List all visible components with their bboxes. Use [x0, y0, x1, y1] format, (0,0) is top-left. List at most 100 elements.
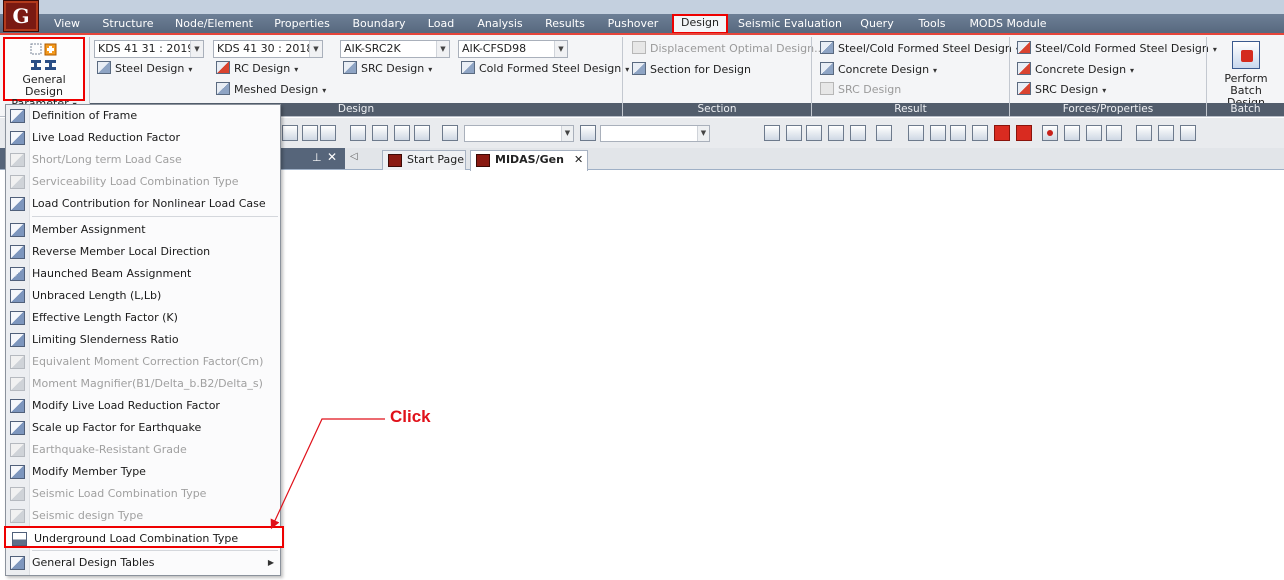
menu-item-unbraced-length[interactable]: Unbraced Length (L,Lb) — [6, 285, 280, 307]
src-design-button[interactable]: SRC Design ▾ — [343, 60, 432, 77]
tab-close-icon[interactable]: ✕ — [574, 153, 583, 166]
menu-item-serviceability-load-combination-type[interactable]: Serviceability Load Combination Type — [6, 171, 280, 193]
menu-item-live-load-reduction-factor[interactable]: Live Load Reduction Factor — [6, 127, 280, 149]
menu-boundary[interactable]: Boundary — [348, 15, 410, 33]
menu-item-haunched-beam-assignment[interactable]: Haunched Beam Assignment — [6, 263, 280, 285]
shrink-icon[interactable] — [994, 125, 1010, 141]
select-polygon-icon[interactable] — [372, 125, 388, 141]
activate-by-identity-icon[interactable] — [850, 125, 866, 141]
activate-all-icon[interactable] — [806, 125, 822, 141]
steel-design-button[interactable]: Steel Design ▾ — [97, 60, 192, 77]
menu-item-moment-magnifier[interactable]: Moment Magnifier(B1/Delta_b.B2/Delta_s) — [6, 373, 280, 395]
perform-batch-design-button[interactable]: Perform Batch Design — [1210, 39, 1282, 109]
serviceability-icon — [10, 175, 25, 189]
section-for-design-icon — [632, 62, 646, 75]
result-steel-cfs-design-button[interactable]: Steel/Cold Formed Steel Design▾ — [820, 40, 1020, 57]
hidden-view-icon[interactable] — [908, 125, 924, 141]
node-number-icon[interactable] — [1064, 125, 1080, 141]
save-view-icon[interactable] — [1158, 125, 1174, 141]
perspective-icon[interactable] — [930, 125, 946, 141]
zoom-window-icon[interactable] — [302, 125, 318, 141]
live-load-reduction-icon — [10, 131, 25, 145]
menu-mods-module[interactable]: MODS Module — [964, 15, 1052, 33]
rc-code-combo[interactable]: KDS 41 30 : 2018 ▼ — [213, 40, 323, 58]
menu-view[interactable]: View — [48, 15, 86, 33]
forces-src-design-button[interactable]: SRC Design ▾ — [1017, 81, 1106, 98]
steel-code-combo[interactable]: KDS 41 31 : 2019 ▼ — [94, 40, 204, 58]
title-strip — [0, 0, 1284, 14]
haunched-beam-icon — [10, 267, 25, 281]
zoom-fit-icon[interactable] — [320, 125, 336, 141]
section-for-design-button[interactable]: Section for Design — [632, 61, 751, 78]
invert-activation-icon[interactable] — [828, 125, 844, 141]
select-intersect-icon[interactable] — [394, 125, 410, 141]
menu-seismic-evaluation[interactable]: Seismic Evaluation — [738, 15, 842, 33]
cfs-code-combo[interactable]: AIK-CFSD98 ▼ — [458, 40, 568, 58]
menu-node-element[interactable]: Node/Element — [172, 15, 256, 33]
named-plane-icon[interactable] — [876, 125, 892, 141]
display-icon[interactable] — [950, 125, 966, 141]
menu-item-scale-up-factor-earthquake[interactable]: Scale up Factor for Earthquake — [6, 417, 280, 439]
menu-item-effective-length-factor[interactable]: Effective Length Factor (K) — [6, 307, 280, 329]
view-rotate-icon[interactable] — [282, 125, 298, 141]
panel-close-icon[interactable]: ✕ — [327, 150, 337, 164]
menu-pushover[interactable]: Pushover — [602, 15, 664, 33]
general-design-parameter-button[interactable]: General Design Parameter▾ — [3, 37, 85, 110]
unselect-filter-combo[interactable]: ▼ — [600, 125, 710, 142]
boundary-display-icon[interactable] — [1106, 125, 1122, 141]
menu-item-seismic-design-type[interactable]: Seismic design Type — [6, 505, 280, 527]
menu-results[interactable]: Results — [538, 15, 592, 33]
app-logo-icon[interactable]: G — [3, 0, 39, 32]
tab-midas-gen[interactable]: MIDAS/Gen ✕ — [470, 150, 588, 171]
displacement-optimal-design-button[interactable]: Displacement Optimal Design... — [632, 40, 825, 57]
menu-load[interactable]: Load — [420, 15, 462, 33]
menu-design[interactable]: Design — [672, 14, 728, 34]
meshed-design-button[interactable]: Meshed Design ▾ — [216, 81, 326, 98]
forces-concrete-design-button[interactable]: Concrete Design ▾ — [1017, 61, 1134, 78]
menu-item-definition-of-frame[interactable]: Definition of Frame — [6, 105, 280, 127]
menu-item-limiting-slenderness-ratio[interactable]: Limiting Slenderness Ratio — [6, 329, 280, 351]
menu-item-member-assignment[interactable]: Member Assignment — [6, 219, 280, 241]
render-icon[interactable] — [1016, 125, 1032, 141]
menu-item-general-design-tables[interactable]: General Design Tables ▶ — [6, 552, 280, 574]
menu-item-earthquake-resistant-grade[interactable]: Earthquake-Resistant Grade — [6, 439, 280, 461]
menu-separator — [32, 216, 278, 217]
menu-item-underground-load-combination-type[interactable]: Underground Load Combination Type — [4, 526, 284, 548]
result-concrete-design-button[interactable]: Concrete Design ▾ — [820, 61, 937, 78]
menu-bar: View Structure Node/Element Properties B… — [0, 14, 1284, 34]
activate-icon[interactable] — [764, 125, 780, 141]
lock-icon[interactable] — [1180, 125, 1196, 141]
select-pointer-icon[interactable] — [442, 125, 458, 141]
menu-query[interactable]: Query — [852, 15, 902, 33]
cold-formed-steel-icon — [461, 61, 475, 74]
globe-view-icon[interactable] — [972, 125, 988, 141]
tab-start-page[interactable]: Start Page — [382, 150, 466, 170]
menu-item-modify-live-load-reduction-factor[interactable]: Modify Live Load Reduction Factor — [6, 395, 280, 417]
menu-item-load-contribution-nonlinear[interactable]: Load Contribution for Nonlinear Load Cas… — [6, 193, 280, 215]
selection-filter-combo[interactable]: ▼ — [464, 125, 574, 142]
unselect-icon[interactable] — [580, 125, 596, 141]
menu-structure[interactable]: Structure — [96, 15, 160, 33]
menu-item-modify-member-type[interactable]: Modify Member Type — [6, 461, 280, 483]
meshed-design-icon — [216, 82, 230, 95]
node-display-icon[interactable] — [1042, 125, 1058, 141]
menu-analysis[interactable]: Analysis — [472, 15, 528, 33]
menu-item-seismic-load-combination-type[interactable]: Seismic Load Combination Type — [6, 483, 280, 505]
menu-item-equivalent-moment-correction-factor[interactable]: Equivalent Moment Correction Factor(Cm) — [6, 351, 280, 373]
cold-formed-steel-design-button[interactable]: Cold Formed Steel Design ▾ — [461, 60, 629, 77]
element-number-icon[interactable] — [1086, 125, 1102, 141]
menu-tools[interactable]: Tools — [910, 15, 954, 33]
toggle-display-icon[interactable] — [1136, 125, 1152, 141]
pin-icon[interactable]: ⊥ — [312, 151, 322, 164]
select-plane-icon[interactable] — [414, 125, 430, 141]
src-code-combo[interactable]: AIK-SRC2K ▼ — [340, 40, 450, 58]
menu-item-reverse-member-local-direction[interactable]: Reverse Member Local Direction — [6, 241, 280, 263]
forces-steel-cfs-design-button[interactable]: Steel/Cold Formed Steel Design ▾ — [1017, 40, 1217, 57]
tab-scroll-left-icon[interactable]: ◁ — [350, 151, 358, 162]
menu-properties[interactable]: Properties — [268, 15, 336, 33]
inactivate-icon[interactable] — [786, 125, 802, 141]
rc-design-button[interactable]: RC Design ▾ — [216, 60, 298, 77]
select-window-icon[interactable] — [350, 125, 366, 141]
menu-item-short-long-term-load-case[interactable]: Short/Long term Load Case — [6, 149, 280, 171]
result-src-design-button[interactable]: SRC Design — [820, 81, 901, 98]
